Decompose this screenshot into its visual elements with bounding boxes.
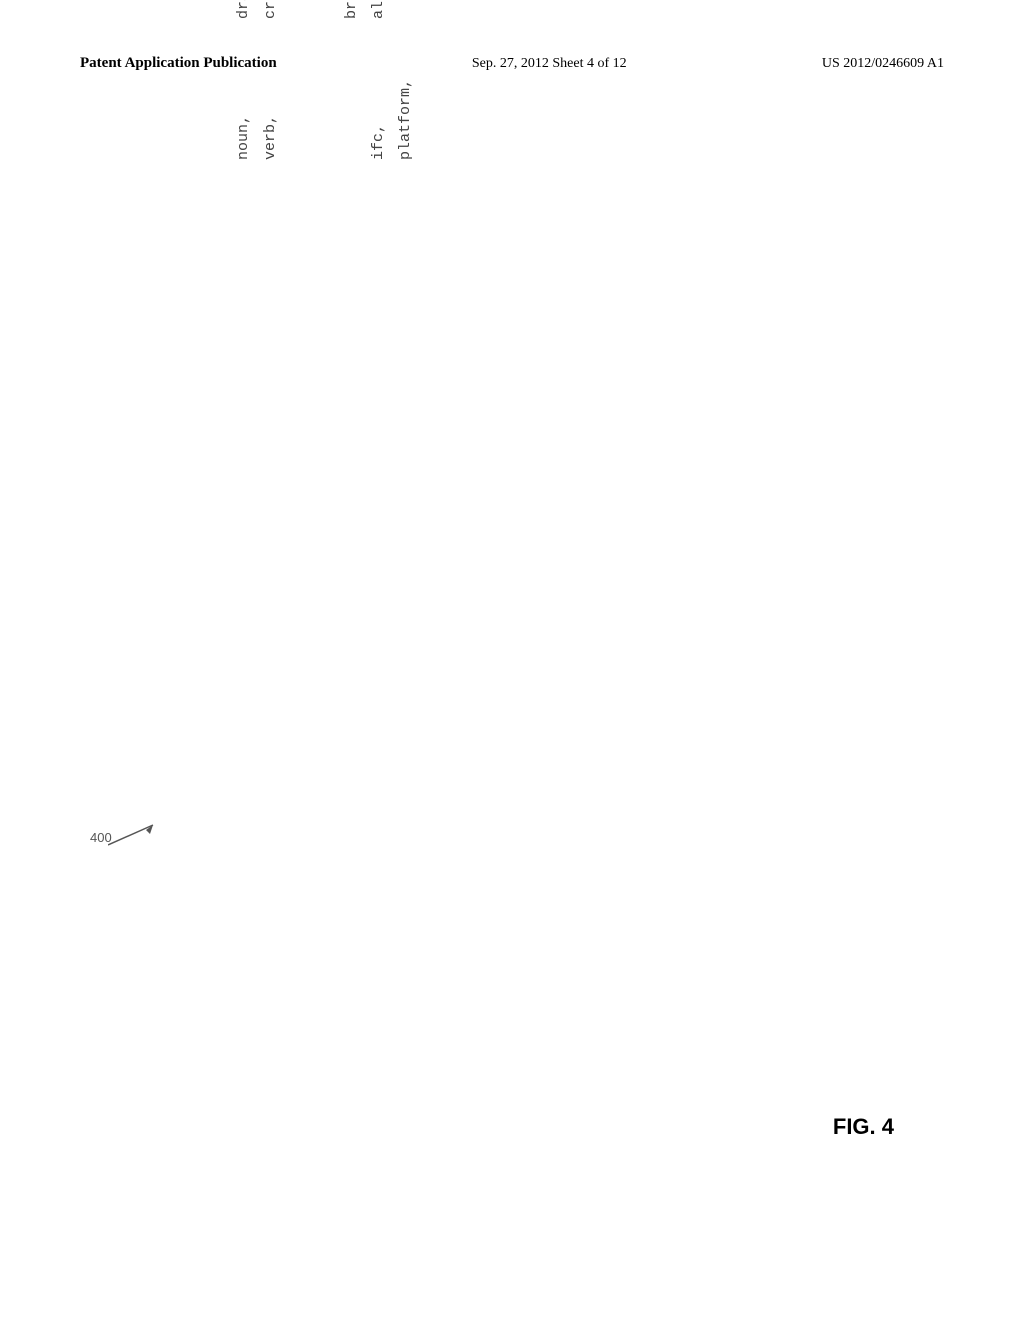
code-content: noun, verb, ifc, platform, draft email c…: [230, 0, 419, 160]
figure-label: FIG. 4: [833, 1114, 894, 1140]
reference-arrow: [108, 820, 168, 850]
header-date-sheet: Sep. 27, 2012 Sheet 4 of 12: [472, 56, 627, 72]
diagram-rotated-block: noun, verb, ifc, platform, draft email c…: [230, 0, 419, 160]
header: Patent Application Publication Sep. 27, …: [0, 55, 1024, 72]
header-patent-number: US 2012/0246609 A1: [822, 56, 944, 72]
right-column-text: draft email create, list, view, move, se…: [230, 0, 419, 19]
ref-number-400: 400: [90, 830, 112, 845]
page-container: Patent Application Publication Sep. 27, …: [0, 0, 1024, 1320]
left-column-text: noun, verb, ifc, platform,: [230, 79, 419, 160]
